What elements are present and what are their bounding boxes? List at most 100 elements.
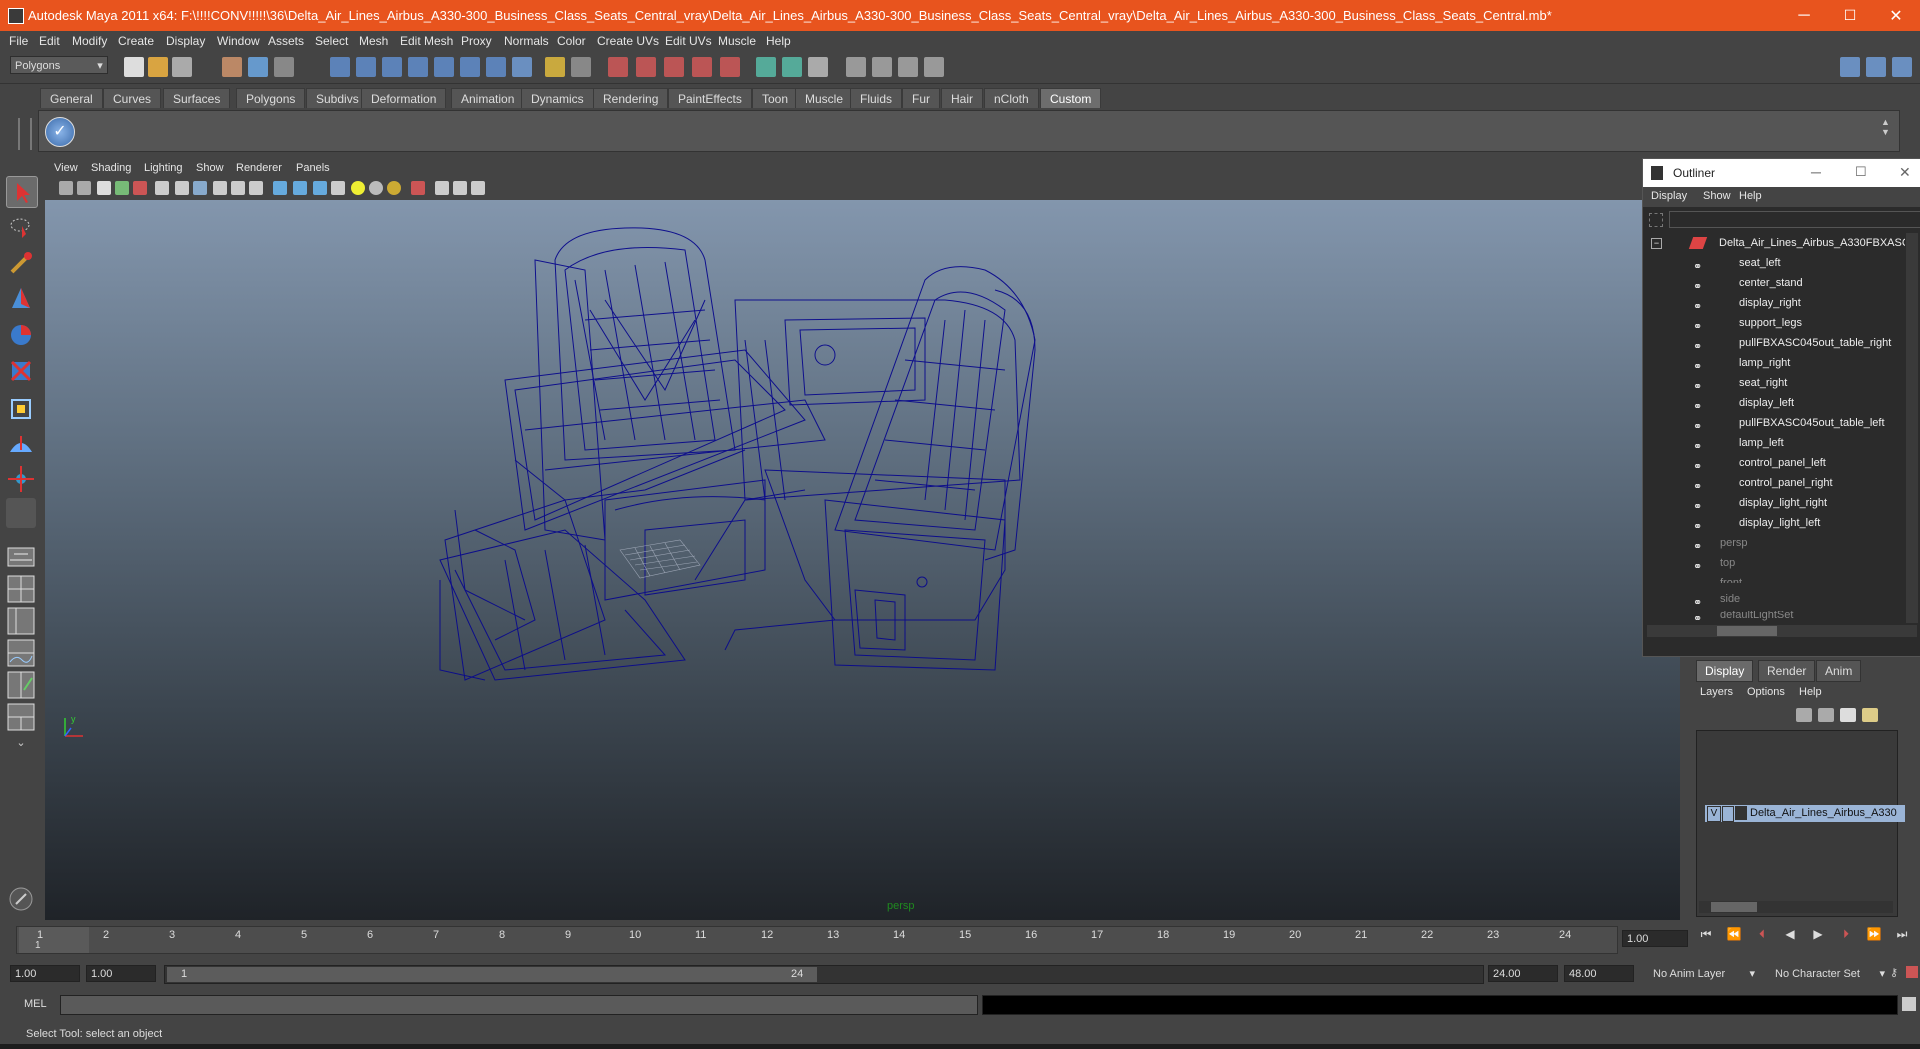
select-tool-icon[interactable] xyxy=(6,176,38,208)
outliner-item-root[interactable]: − Delta_Air_Lines_Airbus_A330FBXASC04530… xyxy=(1643,233,1905,253)
time-slider-track[interactable]: 1 1 2 3 4 5 6 7 8 9 10 11 12 13 14 15 16… xyxy=(16,926,1618,954)
graph-editor-layout-icon[interactable] xyxy=(6,702,36,732)
outliner-horizontal-scrollbar[interactable] xyxy=(1647,625,1917,637)
outliner-item-persp[interactable]: ⚭ persp xyxy=(1643,533,1905,553)
soft-mod-tool-icon[interactable] xyxy=(6,430,36,460)
viewport-menu-renderer[interactable]: Renderer xyxy=(236,162,282,174)
mode-selector[interactable]: Polygons ▾ xyxy=(10,56,108,74)
layer-menu-layers[interactable]: Layers xyxy=(1700,686,1733,698)
snap-plane-icon[interactable] xyxy=(408,57,428,77)
shelf-tab-muscle[interactable]: Muscle xyxy=(795,88,854,108)
show-attribute-icon[interactable] xyxy=(756,57,776,77)
toggle-panel-icon[interactable] xyxy=(808,57,828,77)
help-question-icon[interactable] xyxy=(512,57,532,77)
layer-menu-options[interactable]: Options xyxy=(1747,686,1785,698)
menu-edit-mesh[interactable]: Edit Mesh xyxy=(400,34,453,48)
new-scene-icon[interactable] xyxy=(124,57,144,77)
checkmark-icon[interactable]: ✓ xyxy=(45,117,75,147)
shadows-icon[interactable] xyxy=(387,181,401,195)
bookmarks-icon[interactable] xyxy=(97,181,111,195)
camera-attr-icon[interactable] xyxy=(133,181,147,195)
gate-mask-icon[interactable] xyxy=(213,181,227,195)
ipr-render-icon[interactable] xyxy=(636,57,656,77)
shelf-tab-general[interactable]: General xyxy=(40,88,103,108)
xray-joints-icon[interactable] xyxy=(453,181,467,195)
smooth-shading-icon[interactable] xyxy=(293,181,307,195)
outliner-item-lamp-right[interactable]: ⚭ lamp_right xyxy=(1643,353,1905,373)
script-editor-icon[interactable] xyxy=(6,884,36,914)
go-to-start-icon[interactable]: ⏮ xyxy=(1698,926,1714,942)
key-icon[interactable]: ⚷ xyxy=(1890,966,1904,980)
minimize-button[interactable]: ─ xyxy=(1781,0,1827,31)
hypershade-layout-icon[interactable] xyxy=(6,670,36,700)
outliner-item-support-legs[interactable]: ⚭ support_legs xyxy=(1643,313,1905,333)
grid-icon[interactable] xyxy=(155,181,169,195)
outliner-item-control-panel-right[interactable]: ⚭ control_panel_right xyxy=(1643,473,1905,493)
select-hierarchy-icon[interactable] xyxy=(222,57,242,77)
outliner-search-input[interactable] xyxy=(1669,211,1920,228)
lock-camera-icon[interactable] xyxy=(77,181,91,195)
menu-file[interactable]: File xyxy=(9,34,28,48)
snap-grid-icon[interactable] xyxy=(330,57,350,77)
collapse-icon[interactable]: − xyxy=(1651,238,1662,249)
outliner-item-side[interactable]: ⚭ side xyxy=(1643,589,1905,609)
go-to-end-icon[interactable]: ⏭ xyxy=(1894,926,1910,942)
playback-end-field[interactable]: 24.00 xyxy=(1488,965,1558,982)
render-view-icon[interactable] xyxy=(720,57,740,77)
four-view-layout-icon[interactable] xyxy=(6,574,36,604)
outliner-item-seat-right[interactable]: ⚭ seat_right xyxy=(1643,373,1905,393)
command-input[interactable] xyxy=(60,995,978,1015)
layer-row[interactable]: V Delta_Air_Lines_Airbus_A330 xyxy=(1705,805,1905,822)
select-object-icon[interactable] xyxy=(248,57,268,77)
default-light-icon[interactable] xyxy=(351,181,365,195)
range-slider-track[interactable]: 1 24 xyxy=(164,965,1484,984)
shelf-tab-rendering[interactable]: Rendering xyxy=(593,88,669,108)
render-current-icon[interactable] xyxy=(608,57,628,77)
menu-assets[interactable]: Assets xyxy=(268,34,304,48)
rotate-tool-icon[interactable] xyxy=(6,320,36,350)
shelf-tab-fur[interactable]: Fur xyxy=(902,88,940,108)
sparkle-layer-icon[interactable] xyxy=(1862,708,1878,722)
select-component-icon[interactable] xyxy=(274,57,294,77)
outliner-item-display-right[interactable]: ⚭ display_right xyxy=(1643,293,1905,313)
anim-layer-dropdown[interactable]: No Anim Layer ▾ xyxy=(1648,965,1758,982)
channel-box-icon[interactable] xyxy=(1892,57,1912,77)
make-live-icon[interactable] xyxy=(434,57,454,77)
layer-tab-anim[interactable]: Anim xyxy=(1816,660,1862,682)
outliner-item-display-left[interactable]: ⚭ display_left xyxy=(1643,393,1905,413)
move-tool-icon[interactable] xyxy=(6,284,36,314)
shelf-menu-icon[interactable] xyxy=(18,118,32,150)
close-button[interactable]: ✕ xyxy=(1873,0,1919,31)
scale-tool-icon[interactable] xyxy=(6,356,36,386)
range-slider-handle[interactable]: 1 24 xyxy=(167,967,817,982)
outliner-item-pullout-table-right[interactable]: ⚭ pullFBXASC045out_table_right xyxy=(1643,333,1905,353)
save-scene-icon[interactable] xyxy=(172,57,192,77)
menu-create[interactable]: Create xyxy=(118,34,154,48)
outliner-filter-icon[interactable] xyxy=(1649,213,1663,227)
outliner-minimize-button[interactable]: ─ xyxy=(1811,164,1821,180)
outliner-item-default-light-set[interactable]: ⚭ defaultLightSet xyxy=(1643,611,1905,621)
outliner-vertical-scrollbar[interactable] xyxy=(1906,233,1918,623)
time-slider[interactable]: 1 1 2 3 4 5 6 7 8 9 10 11 12 13 14 15 16… xyxy=(0,922,1920,956)
menu-create-uvs[interactable]: Create UVs xyxy=(597,34,659,48)
menu-muscle[interactable]: Muscle xyxy=(718,34,756,48)
scroll-thumb[interactable] xyxy=(1717,626,1777,636)
all-lights-icon[interactable] xyxy=(369,181,383,195)
layer-menu-help[interactable]: Help xyxy=(1799,686,1822,698)
universal-manip-icon[interactable] xyxy=(6,394,36,424)
select-camera-icon[interactable] xyxy=(59,181,73,195)
current-frame-marker[interactable] xyxy=(19,927,89,953)
hud-icon[interactable] xyxy=(471,181,485,195)
menu-normals[interactable]: Normals xyxy=(504,34,549,48)
empty-layer-icon[interactable] xyxy=(1840,708,1856,722)
show-channel-icon[interactable] xyxy=(782,57,802,77)
last-tool-icon[interactable] xyxy=(6,498,36,528)
step-forward-key-icon[interactable]: ⏵ xyxy=(1838,926,1854,942)
step-back-frame-icon[interactable]: ⏪ xyxy=(1726,926,1742,942)
menu-edit-uvs[interactable]: Edit UVs xyxy=(665,34,712,48)
layout-single-icon[interactable] xyxy=(1840,57,1860,77)
film-gate-icon[interactable] xyxy=(175,181,189,195)
menu-window[interactable]: Window xyxy=(217,34,260,48)
menu-edit[interactable]: Edit xyxy=(39,34,60,48)
script-editor-icon[interactable] xyxy=(1902,997,1916,1011)
